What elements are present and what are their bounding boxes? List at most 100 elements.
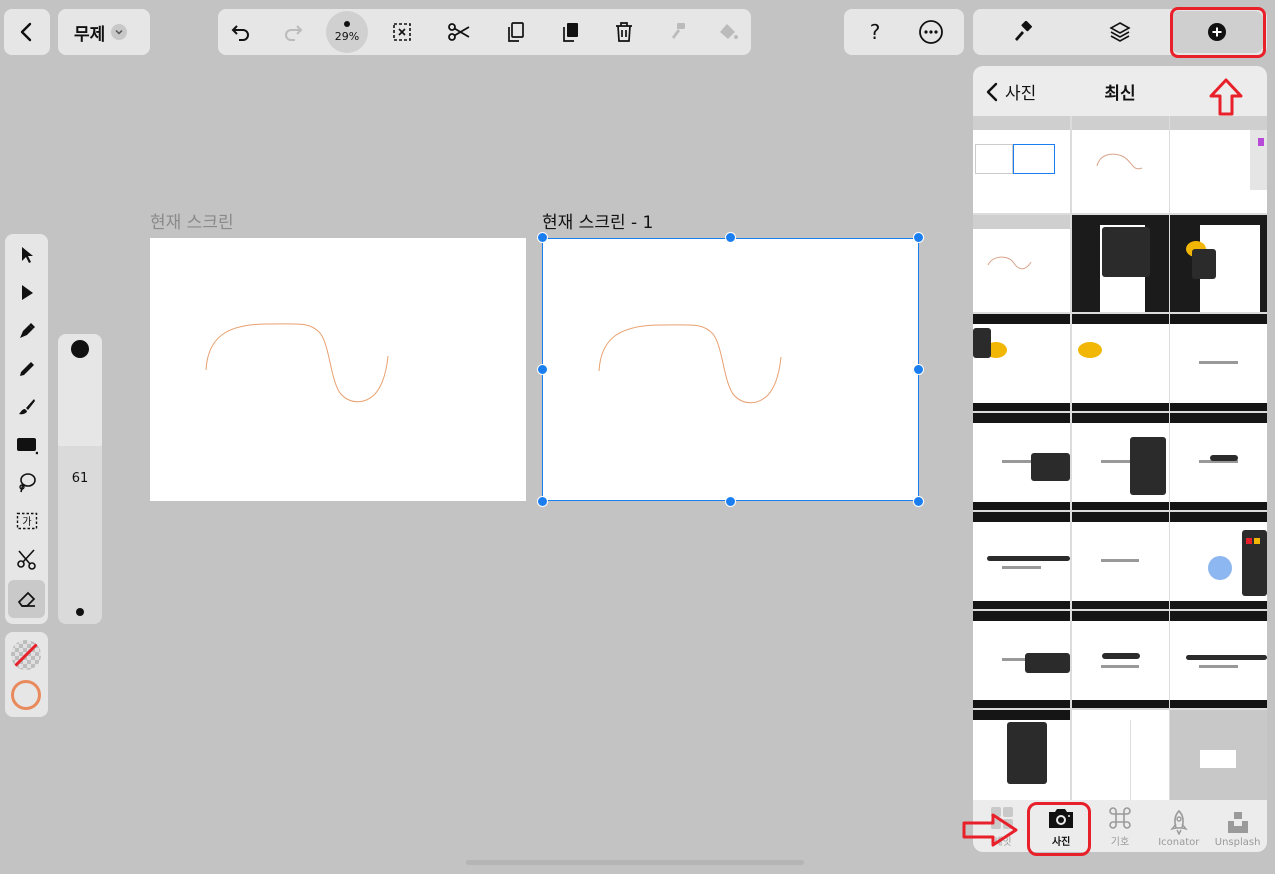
photo-thumbnail[interactable] <box>1071 413 1169 510</box>
tab-symbols[interactable]: 기호 <box>1091 800 1150 852</box>
photo-thumbnail[interactable] <box>1071 215 1169 312</box>
undo-icon <box>231 25 249 41</box>
tool-direct-select[interactable] <box>5 274 48 312</box>
tool-pen[interactable] <box>5 312 48 350</box>
small-dot-icon <box>76 608 84 616</box>
artboard-label: 현재 스크린 <box>150 213 234 233</box>
paintbrush-icon <box>1015 21 1032 41</box>
curve-stroke <box>205 323 389 403</box>
photo-thumbnail[interactable] <box>973 710 1070 800</box>
document-title-menu[interactable]: 무제 <box>58 9 150 55</box>
photo-thumbnail[interactable] <box>973 314 1070 411</box>
tool-pencil[interactable] <box>5 350 48 388</box>
zoom-indicator[interactable]: 29% <box>326 11 368 53</box>
document-title: 무제 <box>74 24 106 45</box>
curve-stroke <box>598 324 782 404</box>
back-button[interactable] <box>4 9 50 55</box>
photo-thumbnail[interactable] <box>973 512 1070 609</box>
photo-thumbnail[interactable] <box>1170 710 1267 800</box>
resize-handle[interactable] <box>537 496 548 507</box>
resize-handle[interactable] <box>537 364 548 375</box>
rectangle-icon <box>16 438 38 455</box>
command-icon <box>1109 807 1131 829</box>
tab-layers[interactable] <box>1071 9 1169 55</box>
deselect-button[interactable] <box>379 9 425 55</box>
resize-handle[interactable] <box>537 232 548 243</box>
photo-thumbnail[interactable] <box>1170 314 1267 411</box>
lasso-icon <box>18 473 36 493</box>
layers-icon <box>1109 22 1131 42</box>
panel-header: 사진 최신 <box>973 66 1267 116</box>
artboard[interactable] <box>150 238 526 501</box>
artboard-label-selected: 현재 스크린 - 1 <box>542 213 654 233</box>
tool-eraser[interactable] <box>8 580 45 618</box>
fill-color-none[interactable] <box>11 640 41 670</box>
paste-icon <box>563 23 578 42</box>
photo-thumbnail[interactable] <box>1170 413 1267 510</box>
svg-text:가: 가 <box>22 516 31 528</box>
zoom-dot-icon <box>344 21 350 27</box>
delete-button[interactable] <box>601 9 647 55</box>
arrow-pointer-icon <box>21 247 33 263</box>
eraser-icon <box>17 591 35 607</box>
photo-thumbnail[interactable] <box>1071 611 1169 708</box>
photo-thumbnail[interactable] <box>973 413 1070 510</box>
highlight-photos-tab <box>1027 802 1091 856</box>
tool-shape[interactable] <box>5 426 48 464</box>
artboard-selected[interactable] <box>542 238 919 501</box>
help-button[interactable]: ? <box>852 9 898 55</box>
photo-grid <box>973 116 1267 800</box>
tab-style[interactable] <box>973 9 1071 55</box>
copy-button[interactable] <box>493 9 539 55</box>
undo-button[interactable] <box>218 9 264 55</box>
stroke-color-well[interactable] <box>11 680 41 710</box>
brush-icon <box>18 399 35 415</box>
tool-brush[interactable] <box>5 388 48 426</box>
pen-nib-icon <box>19 323 35 338</box>
resize-handle[interactable] <box>725 232 736 243</box>
resize-handle[interactable] <box>913 496 924 507</box>
photo-thumbnail[interactable] <box>1170 116 1267 213</box>
scissors-icon <box>448 23 470 41</box>
resize-handle[interactable] <box>913 232 924 243</box>
more-button[interactable] <box>908 9 954 55</box>
photo-thumbnail[interactable] <box>973 611 1070 708</box>
cut-button[interactable] <box>436 9 482 55</box>
photo-thumbnail[interactable] <box>973 215 1070 312</box>
more-icon <box>919 20 943 44</box>
style-copy-button[interactable] <box>655 9 701 55</box>
tab-iconator[interactable]: Iconator <box>1149 800 1208 852</box>
red-right-arrow-icon <box>962 813 1018 847</box>
tool-select[interactable] <box>5 236 48 274</box>
tab-label: Iconator <box>1158 837 1200 848</box>
paste-button[interactable] <box>548 9 594 55</box>
no-fill-icon <box>13 642 39 668</box>
photo-thumbnail[interactable] <box>1170 512 1267 609</box>
photo-thumbnail[interactable] <box>1170 611 1267 708</box>
tab-label: Unsplash <box>1214 837 1261 848</box>
photo-thumbnail[interactable] <box>1170 215 1267 312</box>
redo-button[interactable] <box>270 9 316 55</box>
resize-handle[interactable] <box>913 364 924 375</box>
unsplash-icon <box>1227 812 1248 833</box>
photo-thumbnail[interactable] <box>1071 314 1169 411</box>
fill-button[interactable] <box>705 9 751 55</box>
brush-size-slider[interactable]: 61 <box>58 334 102 624</box>
zoom-level: 29% <box>334 30 360 43</box>
help-more-group: ? <box>844 9 964 55</box>
tool-scissors[interactable] <box>5 540 48 578</box>
home-indicator <box>466 860 804 865</box>
photo-thumbnail[interactable] <box>1071 710 1169 800</box>
photo-thumbnail[interactable] <box>1071 512 1169 609</box>
photo-thumbnail[interactable] <box>1071 116 1169 213</box>
color-wells <box>5 632 48 717</box>
tool-lasso[interactable] <box>5 464 48 502</box>
text-box-icon: 가 <box>16 512 37 530</box>
trash-icon <box>616 22 632 42</box>
resize-handle[interactable] <box>725 496 736 507</box>
photo-thumbnail[interactable] <box>973 116 1070 213</box>
tool-text[interactable]: 가 <box>5 502 48 540</box>
copy-icon <box>508 22 524 42</box>
chevron-down-icon <box>111 24 128 40</box>
tab-unsplash[interactable]: Unsplash <box>1208 800 1267 852</box>
